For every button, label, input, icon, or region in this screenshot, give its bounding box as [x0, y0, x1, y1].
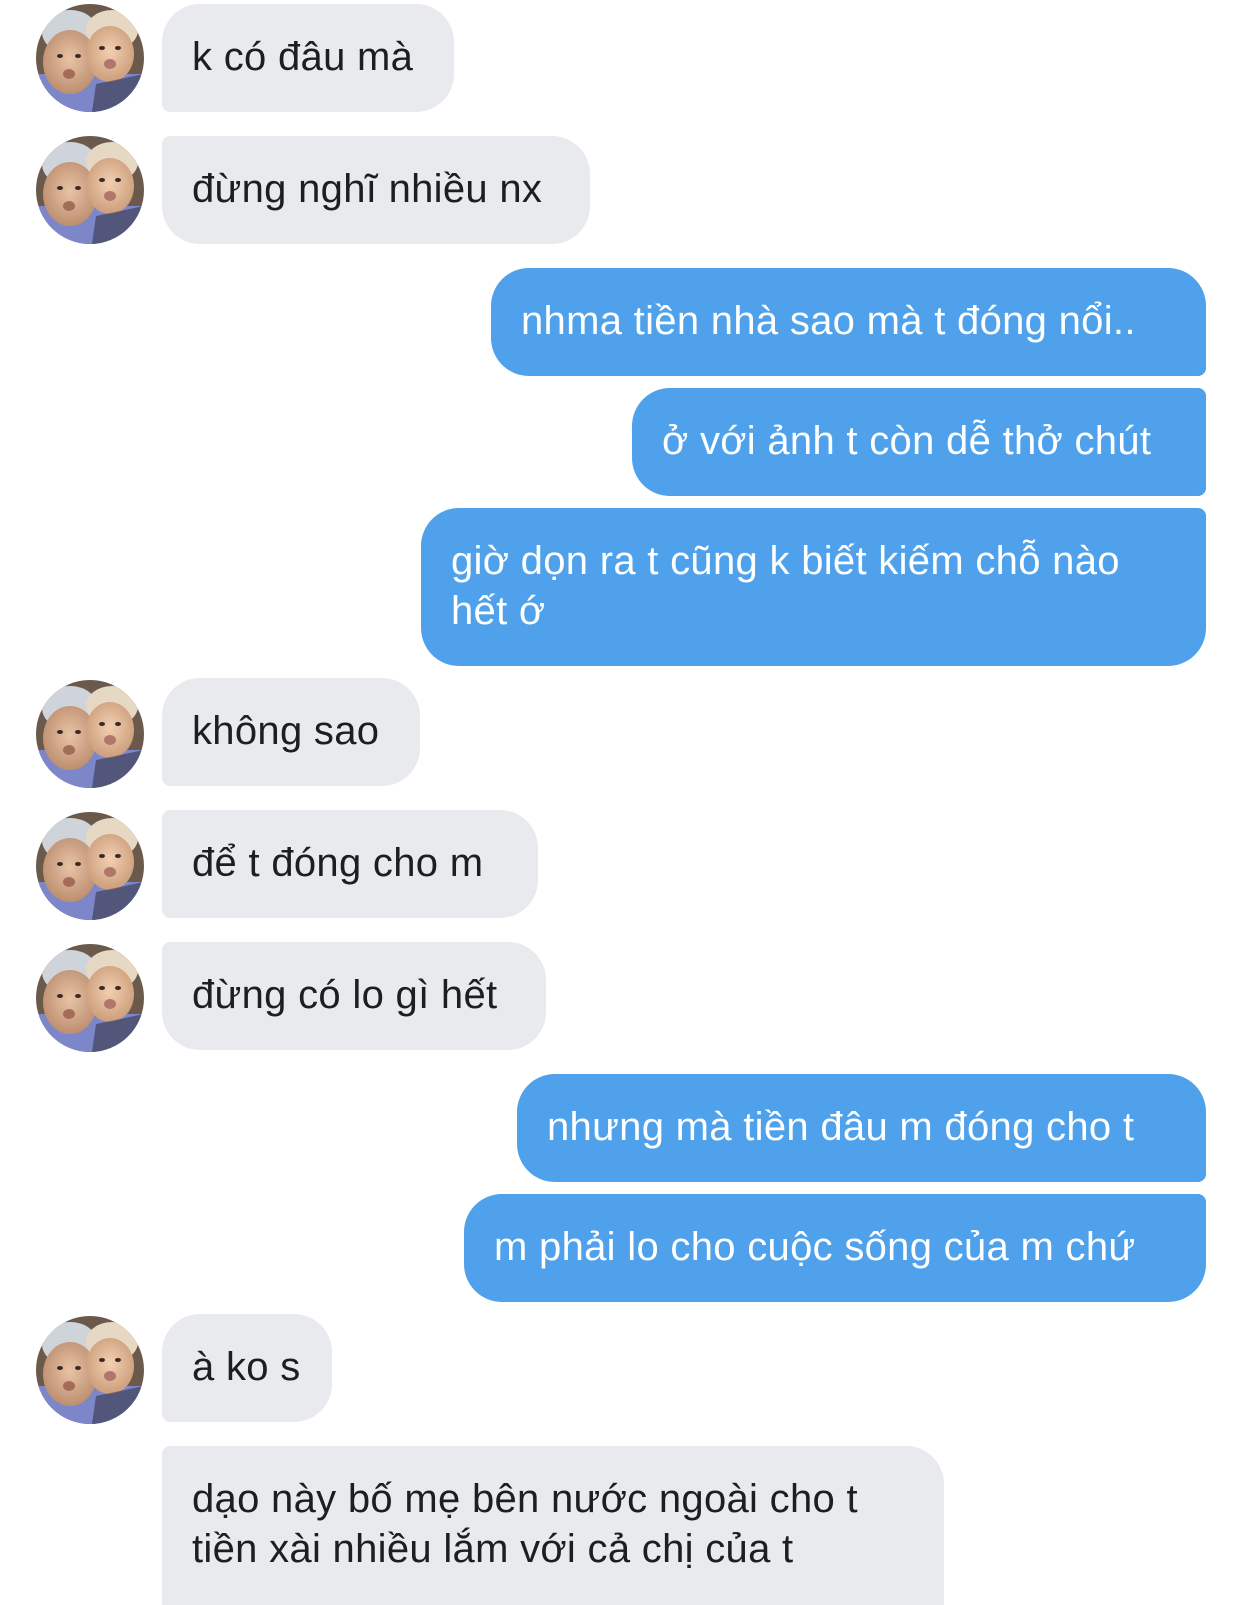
message-text: nhma tiền nhà sao mà t đóng nổi..: [521, 299, 1136, 343]
message-text: giờ dọn ra t cũng k biết kiếm chỗ nào hế…: [451, 539, 1120, 633]
incoming-message-bubble[interactable]: à ko s: [162, 1314, 332, 1422]
contact-avatar-icon[interactable]: [36, 136, 144, 244]
outgoing-message-bubble[interactable]: ở với ảnh t còn dễ thở chút: [632, 388, 1206, 496]
outgoing-message-bubble[interactable]: m phải lo cho cuộc sống của m chứ: [464, 1194, 1206, 1302]
incoming-message-bubble[interactable]: đừng nghĩ nhiều nx: [162, 136, 590, 244]
outgoing-message-bubble[interactable]: giờ dọn ra t cũng k biết kiếm chỗ nào hế…: [421, 508, 1206, 666]
contact-avatar-icon[interactable]: [36, 812, 144, 920]
incoming-message-bubble[interactable]: k có đâu mà: [162, 4, 454, 112]
message-text: à ko s: [192, 1345, 301, 1389]
contact-avatar-icon[interactable]: [36, 944, 144, 1052]
contact-avatar-icon[interactable]: [36, 1316, 144, 1424]
incoming-message-bubble[interactable]: không sao: [162, 678, 420, 786]
outgoing-message-bubble[interactable]: nhma tiền nhà sao mà t đóng nổi..: [491, 268, 1206, 376]
incoming-message-bubble[interactable]: dạo này bố mẹ bên nước ngoài cho t tiền …: [162, 1446, 944, 1605]
outgoing-message-bubble[interactable]: nhưng mà tiền đâu m đóng cho t: [517, 1074, 1206, 1182]
incoming-message-bubble[interactable]: để t đóng cho m: [162, 810, 538, 918]
message-text: đừng nghĩ nhiều nx: [192, 167, 543, 211]
contact-avatar-icon[interactable]: [36, 4, 144, 112]
contact-avatar-icon[interactable]: [36, 680, 144, 788]
incoming-message-bubble[interactable]: đừng có lo gì hết: [162, 942, 546, 1050]
message-text: đừng có lo gì hết: [192, 973, 498, 1017]
message-text: dạo này bố mẹ bên nước ngoài cho t tiền …: [192, 1477, 858, 1571]
message-text: k có đâu mà: [192, 35, 414, 79]
message-text: ở với ảnh t còn dễ thở chút: [662, 419, 1152, 463]
message-text: không sao: [192, 709, 380, 753]
message-text: m phải lo cho cuộc sống của m chứ: [494, 1225, 1136, 1269]
message-text: nhưng mà tiền đâu m đóng cho t: [547, 1105, 1135, 1149]
message-text: để t đóng cho m: [192, 841, 484, 885]
